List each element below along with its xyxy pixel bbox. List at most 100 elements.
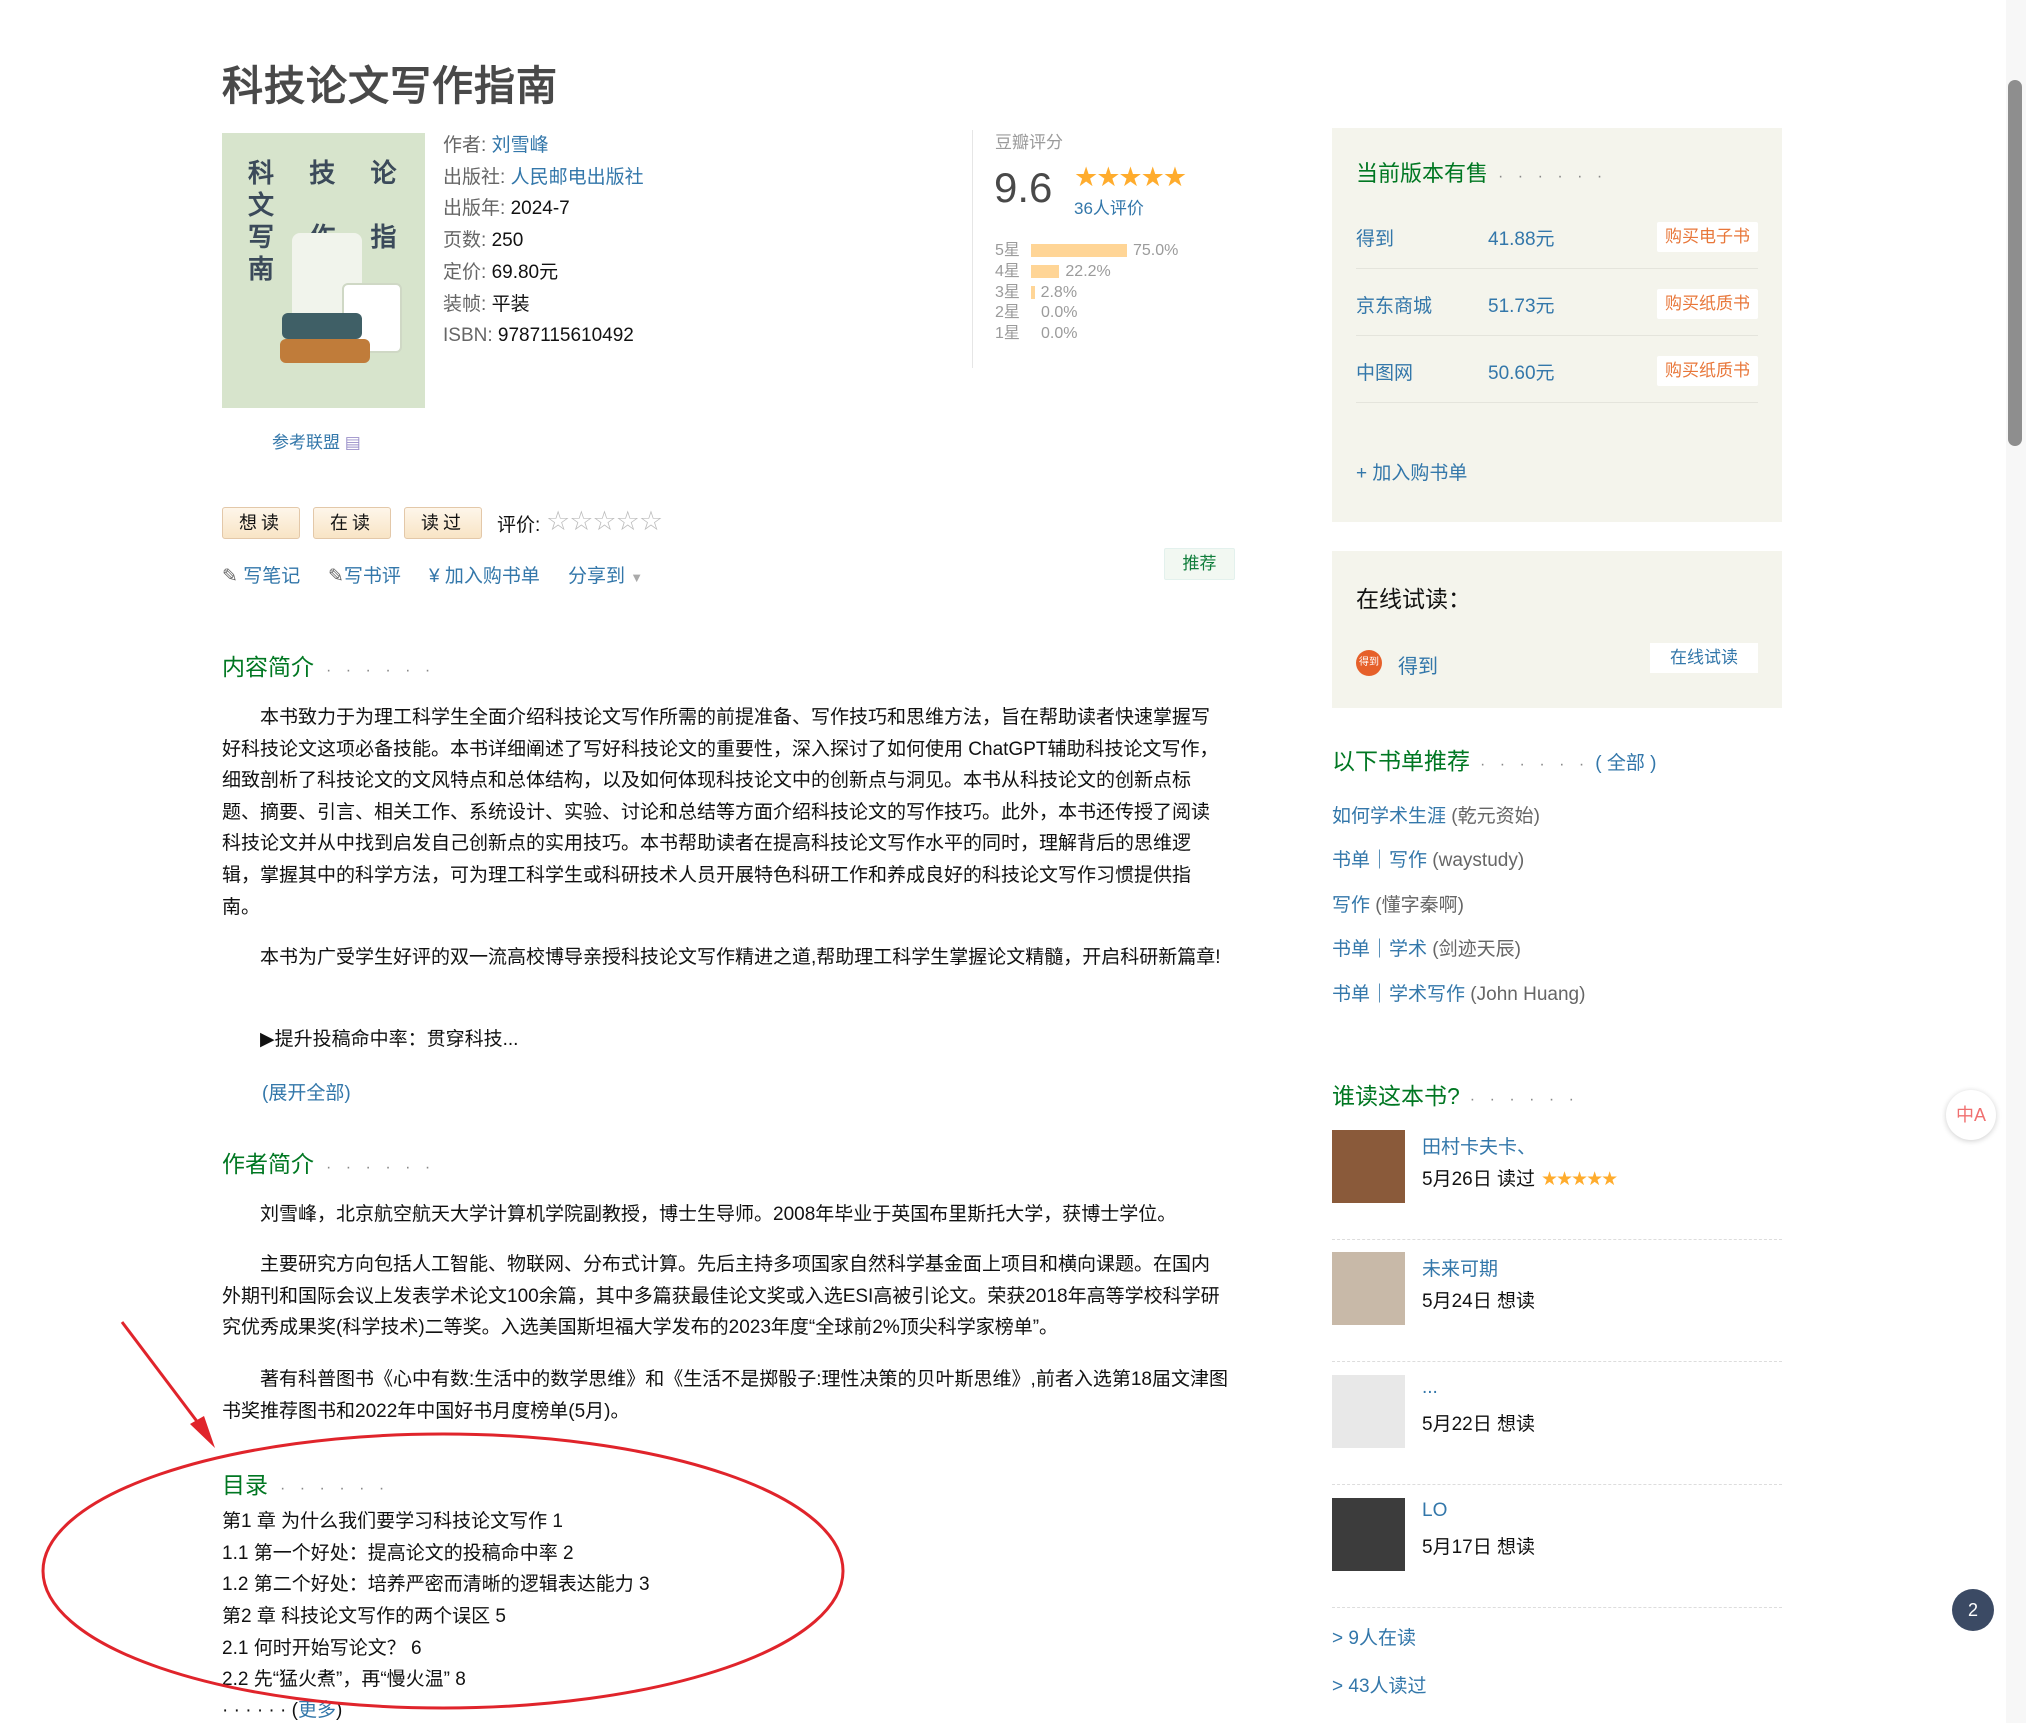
reader-rating-stars-icon: ★★★★★ (1540, 1169, 1618, 1190)
rating-bar (1031, 286, 1035, 300)
write-review-link[interactable]: ✎写书评 (328, 561, 401, 588)
rating-bar (1031, 244, 1127, 258)
buy-title-text: 当前版本有售 (1356, 161, 1489, 186)
book-info: 作者: 刘雪峰 出版社: 人民邮电出版社 出版年: 2024-7 页数: 250… (443, 130, 644, 352)
toc-heading-text: 目录 (222, 1472, 268, 1498)
scrollbar-thumb[interactable] (2008, 80, 2022, 446)
write-note-link[interactable]: ✎ 写笔记 (222, 561, 300, 588)
reader-name-link[interactable]: 未来可期 (1422, 1254, 1498, 1281)
vendor-price[interactable]: 51.73元 (1488, 291, 1555, 318)
intro-paragraph-3: ▶提升投稿命中率：贯穿科技... (260, 1029, 519, 1050)
trial-read-button[interactable]: 在线试读 (1650, 643, 1758, 673)
cover-title-line-1: 科 技 论 文 (248, 158, 411, 220)
booklist-all-link[interactable]: 全部 (1607, 753, 1645, 774)
booklist-heading-text: 以下书单推荐 (1332, 748, 1470, 774)
reading-count-link[interactable]: > 9人在读 (1332, 1623, 1416, 1650)
reader-status-text: 5月22日 想读 (1422, 1414, 1535, 1435)
reader-item: LO 5月17日 想读 (1332, 1498, 1782, 1608)
rate-stars-input[interactable]: ☆☆☆☆☆ (546, 506, 663, 537)
reference-union-label: 参考联盟 (272, 433, 340, 452)
vendor-link[interactable]: 中图网 (1356, 358, 1413, 385)
booklist-owner: (剑迹天辰) (1427, 939, 1521, 960)
page-title: 科技论文写作指南 (222, 63, 558, 109)
rating-star-label: 1星 (995, 325, 1020, 342)
reader-item: 田村卡夫卡、 5月26日 读过 ★★★★★ (1332, 1130, 1782, 1240)
translate-icon[interactable]: 中A (1946, 1090, 1996, 1140)
rating-divider (972, 130, 973, 368)
publisher-link[interactable]: 人民邮电出版社 (511, 167, 644, 188)
rating-score: 9.6 (994, 164, 1053, 211)
cover-illustration-book-1 (282, 313, 362, 339)
reading-button[interactable]: 在读 (313, 507, 391, 539)
chevron-down-icon: ▼ (630, 570, 644, 585)
rating-percent: 0.0% (1041, 325, 1078, 342)
reference-union-link[interactable]: 参考联盟 ▤ (272, 428, 361, 453)
add-booklist-link[interactable]: ¥ 加入购书单 (429, 561, 540, 588)
write-review-label: 写书评 (343, 566, 401, 587)
write-note-label: 写笔记 (243, 566, 301, 587)
trial-vendor-link[interactable]: 得到 (1398, 650, 1438, 679)
reader-name-link[interactable]: 田村卡夫卡、 (1422, 1132, 1536, 1159)
reader-status-text: 5月17日 想读 (1422, 1537, 1535, 1558)
binding-value: 平装 (491, 293, 530, 315)
booklist-link[interactable]: 书单｜学术写作 (1332, 984, 1465, 1005)
rating-count-link[interactable]: 36人评价 (1074, 194, 1144, 219)
booklist-link[interactable]: 书单｜写作 (1332, 850, 1427, 871)
rating-star-label: 5星 (995, 242, 1020, 259)
avatar[interactable] (1332, 1252, 1405, 1325)
toc-heading: 目录 · · · · · · (222, 1466, 389, 1500)
buy-row: 京东商城 51.73元 购买纸质书 (1356, 269, 1758, 336)
readers-heading-text: 谁读这本书? (1332, 1083, 1460, 1109)
read-count-link[interactable]: > 43人读过 (1332, 1671, 1427, 1698)
rating-star-label: 3星 (995, 284, 1020, 301)
vendor-link[interactable]: 京东商城 (1356, 291, 1432, 318)
booklist-link[interactable]: 书单｜学术 (1332, 939, 1427, 960)
add-booklist-button[interactable]: + 加入购书单 (1356, 458, 1467, 485)
list-item: 写作 (懂字秦啊) (1332, 890, 1464, 917)
booklist-owner: (乾元资始) (1446, 806, 1540, 827)
avatar[interactable] (1332, 1130, 1405, 1203)
author-paragraph-1: 刘雪峰，北京航空航天大学计算机学院副教授，博士生导师。2008年毕业于英国布里斯… (260, 1204, 1177, 1225)
booklist-link[interactable]: 如何学术生涯 (1332, 806, 1446, 827)
pencil-icon: ✎ (328, 566, 344, 587)
book-cover-image[interactable]: 科 技 论 文 写 作 指 南 (222, 133, 425, 408)
author-paragraph-2: 主要研究方向包括人工智能、物联网、分布式计算。先后主持多项国家自然科学基金面上项… (222, 1254, 1220, 1339)
booklist-heading-dots: · · · · · · (1480, 756, 1590, 773)
share-link[interactable]: 分享到 ▼ (568, 561, 643, 588)
buy-button[interactable]: 购买纸质书 (1657, 356, 1758, 386)
recommend-button[interactable]: 推荐 (1164, 548, 1235, 580)
intro-heading-dots: · · · · · · (326, 662, 436, 679)
avatar[interactable] (1332, 1498, 1405, 1571)
booklist-link[interactable]: 写作 (1332, 895, 1370, 916)
annotation-arrow-head (190, 1416, 215, 1448)
vendor-price[interactable]: 41.88元 (1488, 224, 1555, 251)
buy-button[interactable]: 购买电子书 (1657, 222, 1758, 252)
want-to-read-button[interactable]: 想读 (222, 507, 300, 539)
buy-button[interactable]: 购买纸质书 (1657, 289, 1758, 319)
intro-paragraph-1: 本书致力于为理工科学生全面介绍科技论文写作所需的前提准备、写作技巧和思维方法，旨… (222, 707, 1219, 918)
reader-name-link[interactable]: LO (1422, 1500, 1447, 1522)
booklist-heading: 以下书单推荐 · · · · · · ( 全部 ) (1332, 742, 1656, 776)
price-label: 定价: (443, 261, 487, 283)
author-link[interactable]: 刘雪峰 (492, 135, 549, 156)
vendor-price[interactable]: 50.60元 (1488, 358, 1555, 385)
expand-all-link[interactable]: (展开全部) (262, 1078, 351, 1105)
avatar[interactable] (1332, 1375, 1405, 1448)
have-read-button[interactable]: 读过 (404, 507, 482, 539)
buy-row: 中图网 50.60元 购买纸质书 (1356, 336, 1758, 403)
intro-heading: 内容简介 · · · · · · (222, 648, 435, 682)
page-badge[interactable]: 2 (1952, 1589, 1994, 1631)
intro-heading-text: 内容简介 (222, 654, 314, 680)
rating-percent: 22.2% (1065, 263, 1111, 280)
vendor-link[interactable]: 得到 (1356, 224, 1394, 251)
reader-name-link[interactable]: ... (1422, 1377, 1438, 1399)
toc-more-close: ) (335, 1700, 343, 1721)
reader-item: ... 5月22日 想读 (1332, 1375, 1782, 1485)
reader-status-text: 5月26日 读过 (1422, 1169, 1535, 1190)
author-label: 作者: (443, 135, 487, 156)
toc-line: 第1 章 为什么我们要学习科技论文写作 1 (222, 1511, 563, 1532)
pencil-icon: ✎ (222, 566, 238, 587)
isbn-value: 9787115610492 (497, 325, 634, 347)
rating-star-label: 2星 (995, 304, 1020, 321)
toc-more-link[interactable]: 更多 (298, 1700, 336, 1721)
